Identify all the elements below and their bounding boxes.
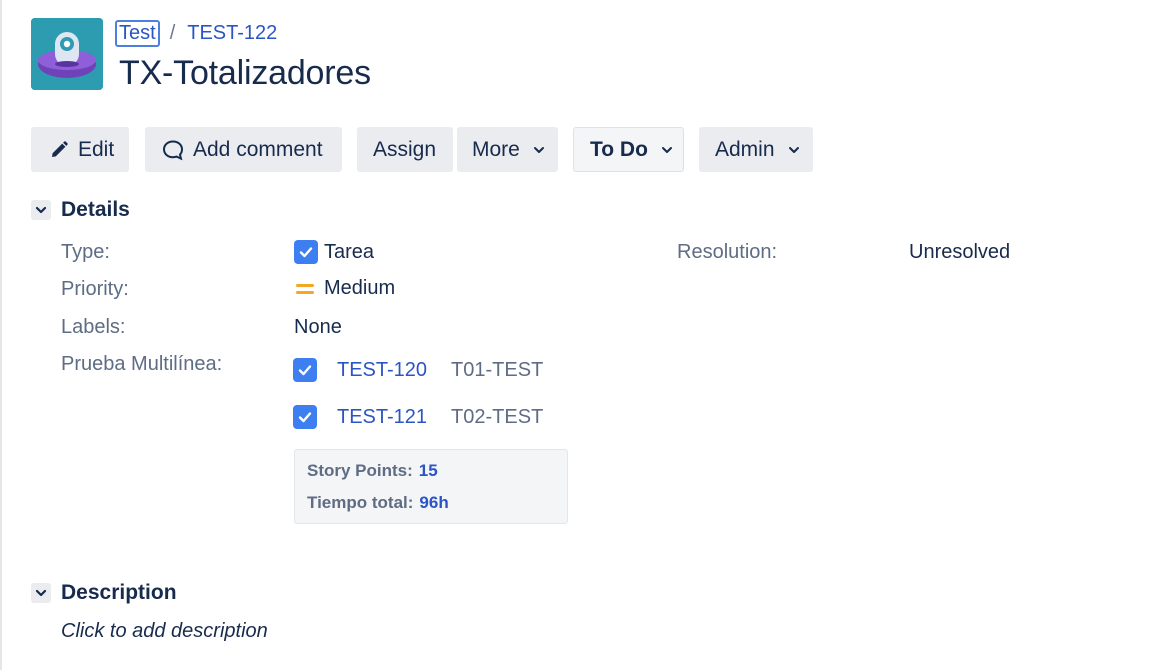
linked-issue-key[interactable]: TEST-121 xyxy=(337,406,427,429)
status-button-label: To Do xyxy=(590,137,648,161)
breadcrumb-issue-link[interactable]: TEST-122 xyxy=(187,22,277,45)
admin-button[interactable]: Admin xyxy=(699,127,813,172)
multiline-item: TEST-121 T02-TEST xyxy=(293,405,543,429)
assign-button-label: Assign xyxy=(373,137,437,161)
project-avatar[interactable] xyxy=(31,18,103,90)
description-placeholder[interactable]: Click to add description xyxy=(61,620,268,643)
left-border xyxy=(0,0,2,670)
edit-button-label: Edit xyxy=(78,137,115,161)
admin-button-label: Admin xyxy=(715,137,775,161)
chevron-down-icon xyxy=(661,144,673,156)
story-points-value: 15 xyxy=(418,461,438,480)
type-value[interactable]: Tarea xyxy=(294,240,374,264)
breadcrumb-separator: / xyxy=(169,22,176,44)
more-button-label: More xyxy=(472,137,520,161)
total-time-row: Tiempo total: 96h xyxy=(307,493,449,513)
linked-issue-summary: T01-TEST xyxy=(451,358,544,381)
story-points-label: Story Points: xyxy=(307,461,413,480)
linked-issue-summary: T02-TEST xyxy=(451,405,544,428)
pencil-icon xyxy=(49,140,69,160)
issue-title[interactable]: TX-Totalizadores xyxy=(119,54,371,93)
total-time-label: Tiempo total: xyxy=(307,493,414,512)
details-toggle-chevron-icon[interactable] xyxy=(31,200,51,220)
resolution-value: Unresolved xyxy=(909,241,1011,263)
totals-panel: Story Points: 15 Tiempo total: 96h xyxy=(294,449,568,524)
task-type-icon xyxy=(294,240,318,264)
status-button[interactable]: To Do xyxy=(573,127,684,172)
priority-label: Priority: xyxy=(61,278,129,300)
labels-value[interactable]: None xyxy=(294,316,342,339)
labels-label: Labels: xyxy=(61,316,126,338)
comment-icon xyxy=(162,139,184,161)
details-section-title: Details xyxy=(61,198,130,221)
priority-value-text: Medium xyxy=(324,277,396,299)
breadcrumb: Test / TEST-122 xyxy=(115,20,277,47)
more-button[interactable]: More xyxy=(457,127,558,172)
type-value-text: Tarea xyxy=(324,240,375,263)
breadcrumb-project-link[interactable]: Test xyxy=(115,20,160,47)
description-section-header: Description xyxy=(31,581,177,605)
checkbox-checked-icon[interactable] xyxy=(293,358,317,382)
description-toggle-chevron-icon[interactable] xyxy=(31,583,51,603)
type-label: Type: xyxy=(61,241,110,263)
multiline-item: TEST-120 T01-TEST xyxy=(293,358,543,382)
multiline-label: Prueba Multilínea: xyxy=(61,353,223,375)
add-comment-button-label: Add comment xyxy=(193,137,323,161)
resolution-label: Resolution: xyxy=(677,241,778,263)
project-robot-icon xyxy=(31,18,103,90)
story-points-row: Story Points: 15 xyxy=(307,461,438,481)
total-time-value: 96h xyxy=(419,493,449,512)
chevron-down-icon xyxy=(788,144,800,156)
details-section-header: Details xyxy=(31,198,130,222)
checkbox-checked-icon[interactable] xyxy=(293,405,317,429)
description-section-title: Description xyxy=(61,581,177,604)
chevron-down-icon xyxy=(533,144,545,156)
edit-button[interactable]: Edit xyxy=(31,127,129,172)
linked-issue-key[interactable]: TEST-120 xyxy=(337,359,427,382)
priority-value[interactable]: Medium xyxy=(294,277,395,300)
priority-medium-icon xyxy=(294,280,316,298)
assign-button[interactable]: Assign xyxy=(357,127,453,172)
add-comment-button[interactable]: Add comment xyxy=(145,127,342,172)
